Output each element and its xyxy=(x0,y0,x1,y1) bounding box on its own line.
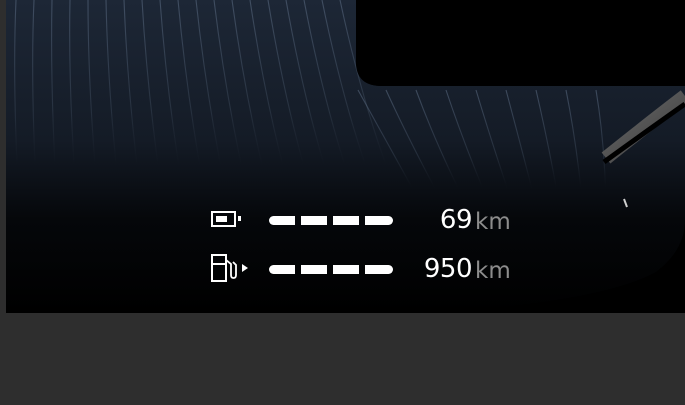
dark-panel xyxy=(356,0,685,86)
electric-range-value-wrap: 69 xyxy=(386,205,473,237)
fuel-range-unit: km xyxy=(475,258,511,284)
electric-range-unit: km xyxy=(475,209,511,235)
range-bar-segment xyxy=(301,216,327,225)
fuel-range-value-wrap: 950 xyxy=(386,254,473,286)
instrument-cluster-screenshot: 69 km 950 km xyxy=(0,0,685,405)
fuel-pump-icon xyxy=(211,254,248,282)
battery-icon xyxy=(211,211,241,227)
fuel-range-value: 950 xyxy=(423,254,473,284)
range-bar-segment xyxy=(269,265,295,274)
range-bar-segment xyxy=(269,216,295,225)
driver-display: 69 km 950 km xyxy=(6,0,685,313)
range-bar-segment xyxy=(333,265,359,274)
range-bar-segment xyxy=(301,265,327,274)
fuel-range-bar xyxy=(269,265,393,274)
range-bar-segment xyxy=(333,216,359,225)
electric-range-value: 69 xyxy=(439,205,473,235)
electric-range-bar xyxy=(269,216,393,225)
